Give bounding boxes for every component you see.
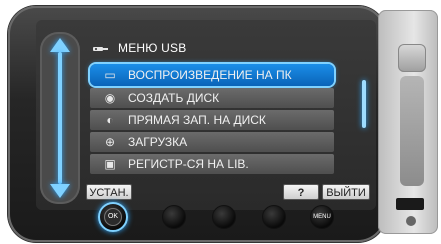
- hardware-button-4[interactable]: [262, 205, 286, 229]
- side-slot: [396, 198, 424, 210]
- slider-up-arrow-icon[interactable]: [50, 38, 70, 52]
- side-hole: [406, 216, 416, 226]
- bottom-bar: УСТАН. ? ВЫЙТИ: [86, 182, 374, 204]
- menu-title: МЕНЮ USB: [118, 41, 187, 55]
- exit-button[interactable]: ВЫЙТИ: [322, 184, 370, 200]
- usb-icon: [92, 43, 110, 53]
- menu-header: МЕНЮ USB: [92, 38, 186, 58]
- menu-button[interactable]: MENU: [310, 205, 334, 229]
- left-touch-slider[interactable]: [40, 32, 80, 204]
- menu-item-playback-pc[interactable]: ▭ ВОСПРОИЗВЕДЕНИЕ НА ПК: [90, 64, 334, 86]
- side-knob: [398, 44, 426, 72]
- slider-down-arrow-icon[interactable]: [50, 184, 70, 198]
- menu-item-label: ЗАГРУЗКА: [128, 135, 188, 149]
- hardware-button-2[interactable]: [162, 205, 186, 229]
- menu-item-label: СОЗДАТЬ ДИСК: [128, 91, 220, 105]
- menu-item-lib-register[interactable]: ▣ РЕГИСТР-СЯ НА LIB.: [90, 154, 334, 174]
- menu-item-label: РЕГИСТР-СЯ НА LIB.: [128, 157, 249, 171]
- side-groove: [400, 76, 424, 186]
- upload-globe-icon: ⊕: [104, 135, 116, 149]
- screen-frame: МЕНЮ USB ▭ ВОСПРОИЗВЕДЕНИЕ НА ПК ◉ СОЗДА…: [8, 6, 386, 242]
- slider-bar[interactable]: [58, 52, 62, 184]
- hardware-buttons-row: OK MENU: [82, 202, 342, 232]
- usb-menu: МЕНЮ USB ▭ ВОСПРОИЗВЕДЕНИЕ НА ПК ◉ СОЗДА…: [86, 28, 358, 180]
- menu-item-label: ВОСПРОИЗВЕДЕНИЕ НА ПК: [128, 68, 292, 82]
- side-hinge-panel: [378, 10, 438, 234]
- camera-body: МЕНЮ USB ▭ ВОСПРОИЗВЕДЕНИЕ НА ПК ◉ СОЗДА…: [0, 0, 441, 244]
- menu-item-direct-disc[interactable]: ◐ ПРЯМАЯ ЗАП. НА ДИСК: [90, 110, 334, 130]
- menu-item-create-disc[interactable]: ◉ СОЗДАТЬ ДИСК: [90, 88, 334, 108]
- ok-button[interactable]: OK: [98, 202, 128, 232]
- ok-label: OK: [104, 208, 122, 226]
- create-disc-icon: ◉: [104, 91, 116, 105]
- menu-scroll-indicator: [362, 80, 366, 128]
- help-button[interactable]: ?: [283, 184, 319, 200]
- menu-item-upload[interactable]: ⊕ ЗАГРУЗКА: [90, 132, 334, 152]
- menu-item-label: ПРЯМАЯ ЗАП. НА ДИСК: [128, 113, 266, 127]
- lib-register-icon: ▣: [104, 157, 116, 171]
- hardware-button-3[interactable]: [212, 205, 236, 229]
- lcd-screen: МЕНЮ USB ▭ ВОСПРОИЗВЕДЕНИЕ НА ПК ◉ СОЗДА…: [36, 20, 376, 210]
- setup-button[interactable]: УСТАН.: [86, 184, 132, 200]
- direct-disc-icon: ◐: [106, 113, 114, 127]
- menu-items: ▭ ВОСПРОИЗВЕДЕНИЕ НА ПК ◉ СОЗДАТЬ ДИСК ◐…: [90, 64, 334, 176]
- menu-label: MENU: [313, 214, 331, 220]
- playback-pc-icon: ▭: [104, 68, 116, 82]
